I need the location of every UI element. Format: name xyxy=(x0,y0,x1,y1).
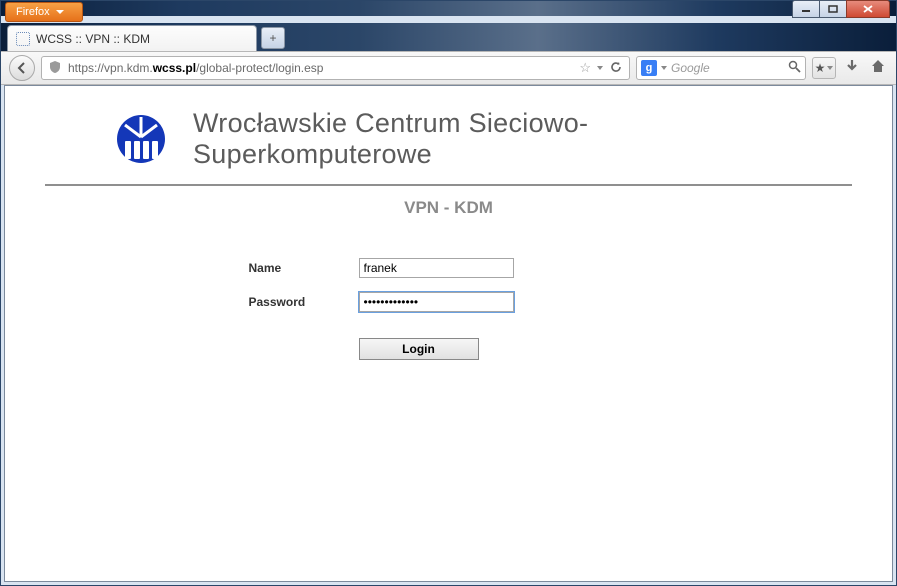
form-row-submit: Login xyxy=(249,338,649,360)
organization-title: Wrocławskie Centrum Sieciowo-Superkomput… xyxy=(193,108,782,170)
name-label: Name xyxy=(249,261,359,275)
chevron-down-icon xyxy=(56,10,64,14)
bookmarks-menu-button[interactable]: ★ xyxy=(812,57,836,79)
home-icon xyxy=(870,58,886,74)
star-icon: ★ xyxy=(815,61,826,75)
reload-button[interactable] xyxy=(609,60,623,77)
firefox-label: Firefox xyxy=(16,6,50,18)
tab-strip: WCSS :: VPN :: KDM + xyxy=(1,23,896,51)
window-controls xyxy=(793,0,890,18)
new-tab-button[interactable]: + xyxy=(261,27,285,49)
url-bar[interactable]: https://vpn.kdm.wcss.pl/global-protect/l… xyxy=(41,56,630,80)
page-content: Wrocławskie Centrum Sieciowo-Superkomput… xyxy=(5,86,892,378)
google-engine-icon[interactable]: g xyxy=(641,60,657,76)
page-viewport: Wrocławskie Centrum Sieciowo-Superkomput… xyxy=(4,85,893,582)
page-header: Wrocławskie Centrum Sieciowo-Superkomput… xyxy=(45,104,852,184)
download-arrow-icon xyxy=(844,58,860,74)
arrow-left-icon xyxy=(16,62,28,74)
browser-tab-active[interactable]: WCSS :: VPN :: KDM xyxy=(7,25,257,51)
reload-icon xyxy=(609,60,623,74)
name-input[interactable] xyxy=(359,258,514,278)
form-row-password: Password xyxy=(249,292,649,312)
tab-title: WCSS :: VPN :: KDM xyxy=(36,32,150,46)
search-bar[interactable]: g Google xyxy=(636,56,806,80)
favicon-icon xyxy=(16,32,30,46)
site-identity-icon[interactable] xyxy=(48,60,62,77)
form-row-name: Name xyxy=(249,258,649,278)
back-button[interactable] xyxy=(9,55,35,81)
wcss-logo-icon xyxy=(115,113,167,165)
firefox-menu-button[interactable]: Firefox xyxy=(5,2,83,22)
close-icon xyxy=(863,5,873,13)
home-button[interactable] xyxy=(868,58,888,79)
browser-window: Firefox WCSS :: VPN :: KDM + xyxy=(0,0,897,586)
login-form: Name Password Login xyxy=(249,258,649,360)
login-button[interactable]: Login xyxy=(359,338,479,360)
chevron-down-icon xyxy=(827,66,833,70)
divider xyxy=(45,184,852,186)
url-text: https://vpn.kdm.wcss.pl/global-protect/l… xyxy=(68,61,573,75)
search-icon xyxy=(788,60,801,73)
maximize-button[interactable] xyxy=(819,0,847,18)
maximize-icon xyxy=(828,5,838,13)
search-engine-dropdown-icon[interactable] xyxy=(661,66,667,70)
navigation-toolbar: https://vpn.kdm.wcss.pl/global-protect/l… xyxy=(1,51,896,85)
downloads-button[interactable] xyxy=(842,58,862,79)
minimize-icon xyxy=(801,5,811,13)
bookmark-star-icon[interactable]: ☆ xyxy=(579,60,591,76)
password-input[interactable] xyxy=(359,292,514,312)
page-subhead: VPN - KDM xyxy=(45,198,852,218)
password-label: Password xyxy=(249,295,359,309)
window-titlebar: Firefox xyxy=(1,1,896,16)
minimize-button[interactable] xyxy=(792,0,820,18)
close-button[interactable] xyxy=(846,0,890,18)
search-placeholder: Google xyxy=(671,61,784,75)
url-dropdown-icon[interactable] xyxy=(597,66,603,70)
search-submit-button[interactable] xyxy=(788,60,801,76)
